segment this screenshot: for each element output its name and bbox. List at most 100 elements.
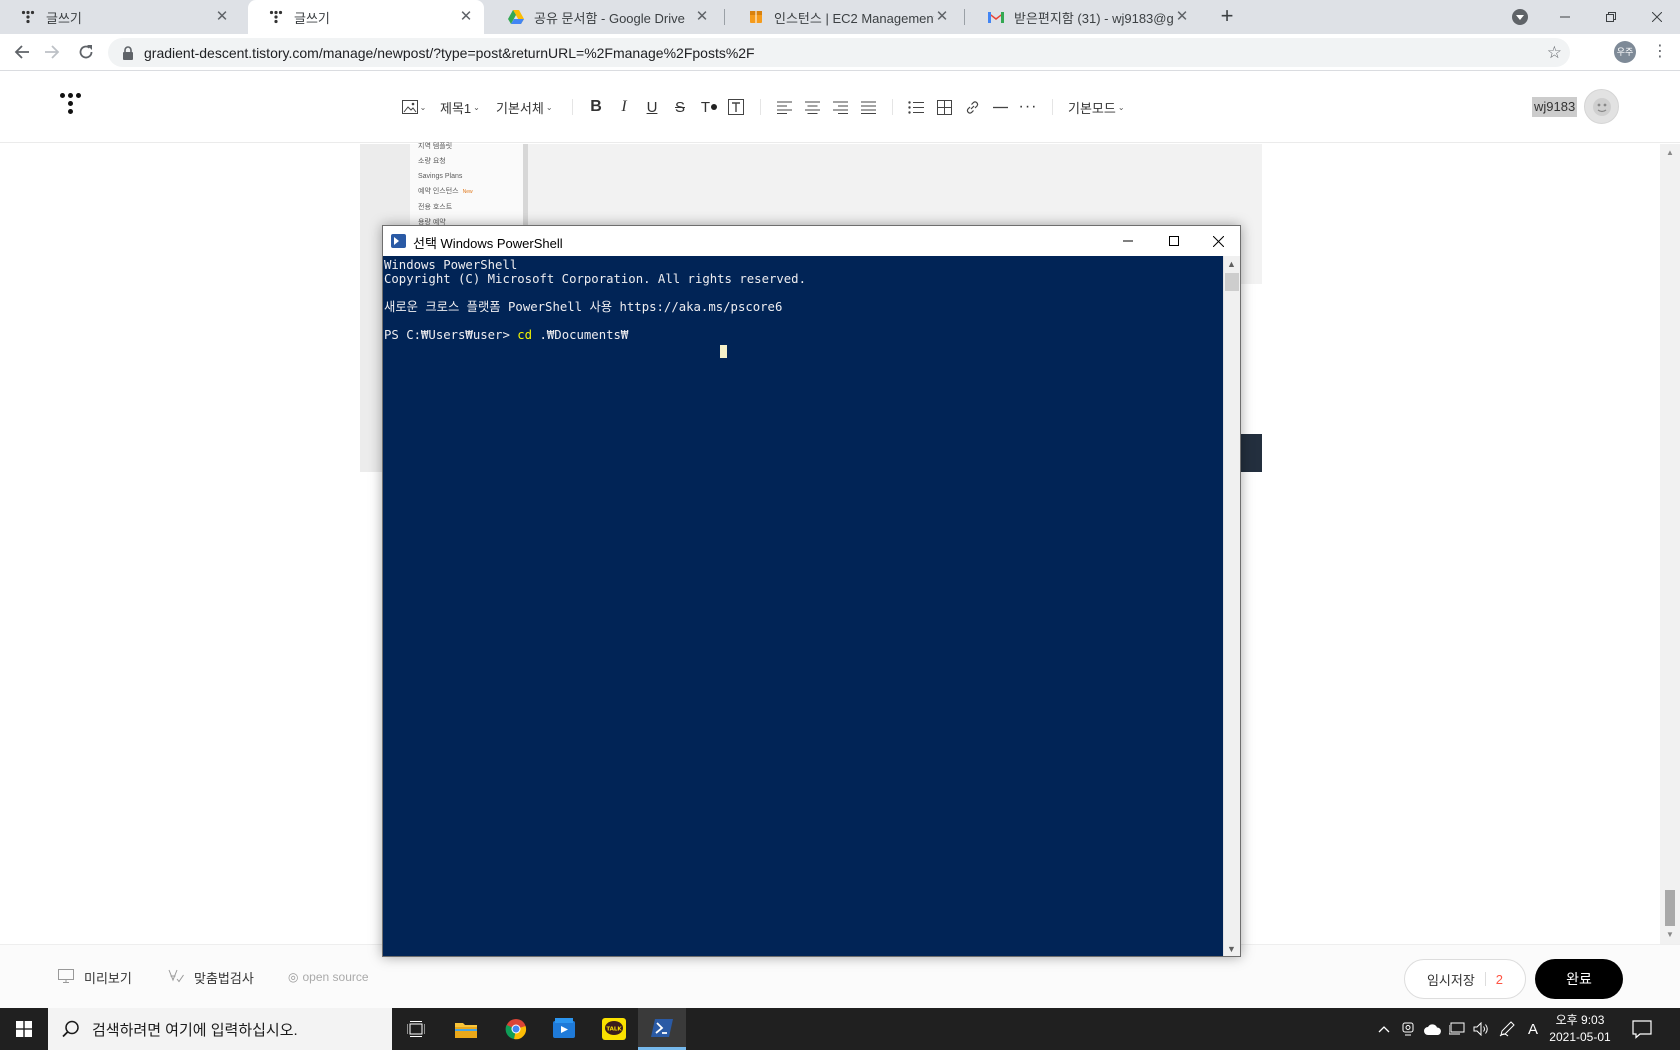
spellcheck-button[interactable]: 맞춤법검사 [168,967,254,987]
insert-image-icon[interactable]: ⌄ [400,95,428,119]
username[interactable]: wj9183 [1532,97,1578,117]
aws-icon [748,9,764,25]
show-hidden-icons-chevron-icon[interactable] [1374,1008,1394,1050]
table-icon[interactable] [934,95,954,119]
address-bar[interactable]: gradient-descent.tistory.com/manage/newp… [108,38,1570,67]
close-tab-icon[interactable]: ✕ [694,9,710,25]
scroll-up-icon[interactable]: ▲ [1666,148,1674,157]
powershell-window[interactable]: 선택 Windows PowerShell Windows PowerShell… [382,225,1241,957]
align-right-icon[interactable] [830,95,850,119]
tistory-icon [20,9,36,25]
system-clock[interactable]: 오후 9:03 2021-05-01 [1544,1012,1616,1046]
browser-tab-1[interactable]: 글쓰기 ✕ [0,0,240,34]
tistory-logo-icon[interactable] [60,93,84,121]
align-center-icon[interactable] [802,95,822,119]
spellcheck-icon [168,969,184,986]
close-tab-icon[interactable]: ✕ [458,9,474,25]
close-icon[interactable] [1196,226,1241,256]
publish-button[interactable]: 완료 [1535,959,1623,999]
link-icon[interactable] [962,95,982,119]
editor-mode-select[interactable]: 기본모드 ⌄ [1068,95,1125,119]
browser-tab-5[interactable]: 받은편지함 (31) - wj9183@gmai ✕ [968,0,1200,34]
divider [1484,972,1486,986]
console-line: Copyright (C) Microsoft Corporation. All… [384,272,806,286]
horizontal-rule-icon[interactable] [990,95,1010,119]
draft-count-badge[interactable]: 2 [1496,972,1503,987]
chrome-icon[interactable] [492,1008,540,1050]
close-tab-icon[interactable]: ✕ [1174,9,1190,25]
console-scrollbar[interactable]: ▲ ▼ [1223,256,1240,956]
reload-icon[interactable] [74,40,98,64]
powershell-titlebar[interactable]: 선택 Windows PowerShell [383,226,1240,256]
forward-arrow-icon[interactable] [40,40,64,64]
close-tab-icon[interactable]: ✕ [214,9,230,25]
text-background-icon[interactable] [726,95,746,119]
browser-tab-4[interactable]: 인스턴스 | EC2 Management Co ✕ [728,0,960,34]
new-tab-button[interactable]: + [1216,5,1238,28]
back-arrow-icon[interactable] [10,40,34,64]
tab-search-icon[interactable] [1512,9,1528,25]
browser-tab-2[interactable]: 글쓰기 ✕ [248,0,484,34]
minimize-window-icon[interactable] [1542,0,1588,34]
heading-select-label: 제목1 [440,100,472,116]
editor-toolbar: ⌄ 제목1 ⌄ 기본서체 ⌄ B I U S T ··· 기본모드 ⌄ wj9183 [0,71,1680,143]
pasted-menu-item: Savings Plans [418,173,463,180]
page-scrollbar[interactable]: ▲ ▼ [1660,144,1680,944]
open-source-icon: ◎ [288,970,299,984]
camera-icon[interactable] [1398,1008,1418,1050]
font-select[interactable]: 기본서체 ⌄ [496,95,553,119]
network-icon[interactable] [1446,1008,1468,1050]
open-source-link[interactable]: ◎ open source [288,967,369,987]
text-color-icon[interactable]: T [698,95,720,119]
taskbar-search-box[interactable]: 검색하려면 여기에 입력하십시오. [48,1008,392,1050]
console-line: 새로운 크로스 플랫폼 PowerShell 사용 https://aka.ms… [384,300,783,314]
preview-label: 미리보기 [84,970,132,986]
scrollbar-thumb[interactable] [1225,273,1239,291]
clock-time: 오후 9:03 [1555,1013,1605,1027]
notification-center-icon[interactable] [1632,1019,1652,1039]
align-left-icon[interactable] [774,95,794,119]
profile-avatar[interactable]: 우주 [1614,41,1636,63]
bold-icon[interactable]: B [586,95,606,119]
maximize-icon[interactable] [1151,226,1196,256]
preview-button[interactable]: 미리보기 [58,967,132,987]
url-text: gradient-descent.tistory.com/manage/newp… [144,44,755,61]
windows-start-icon[interactable] [0,1008,48,1050]
heading-select[interactable]: 제목1 ⌄ [440,95,480,119]
kakaotalk-icon[interactable]: TALK [590,1008,638,1050]
bookmark-star-icon[interactable]: ☆ [1547,43,1562,63]
save-draft-label: 임시저장 [1426,972,1475,988]
browser-tab-3[interactable]: 공유 문서함 - Google Drive ✕ [488,0,720,34]
pen-workspace-icon[interactable] [1496,1008,1518,1050]
pasted-menu-item: 소량 요청 [418,158,446,165]
save-draft-button[interactable]: 임시저장 2 [1404,959,1526,999]
powershell-taskbar-icon[interactable] [638,1008,686,1050]
browser-menu-icon[interactable]: ⋮ [1652,41,1668,63]
file-explorer-icon[interactable] [442,1008,490,1050]
strikethrough-icon[interactable]: S [670,95,690,119]
italic-icon[interactable]: I [614,95,634,119]
more-options-icon[interactable]: ··· [1018,95,1038,119]
scroll-down-icon[interactable]: ▼ [1227,944,1236,954]
command-argument: .₩Documents₩ [532,328,629,342]
close-window-icon[interactable] [1634,0,1680,34]
task-view-icon[interactable] [392,1008,440,1050]
volume-icon[interactable] [1470,1008,1492,1050]
scroll-up-icon[interactable]: ▲ [1227,259,1236,269]
onedrive-cloud-icon[interactable] [1422,1008,1444,1050]
chevron-down-icon: ⌄ [545,102,553,112]
avatar[interactable] [1584,89,1619,124]
video-editor-icon[interactable] [540,1008,588,1050]
console-output[interactable]: Windows PowerShell Copyright (C) Microso… [383,256,1223,956]
bullet-list-icon[interactable] [906,95,926,119]
close-tab-icon[interactable]: ✕ [934,9,950,25]
underline-icon[interactable]: U [642,95,662,119]
minimize-icon[interactable] [1105,226,1150,256]
align-justify-icon[interactable] [858,95,878,119]
scrollbar-thumb[interactable] [1665,890,1675,926]
ime-mode-indicator[interactable]: A [1522,1008,1544,1050]
restore-window-icon[interactable] [1588,0,1634,34]
scroll-down-icon[interactable]: ▼ [1666,930,1674,939]
pasted-menu-label: 예약 인스턴스 [418,188,459,195]
tab-title: 받은편지함 (31) - wj9183@gmai [1014,10,1174,26]
